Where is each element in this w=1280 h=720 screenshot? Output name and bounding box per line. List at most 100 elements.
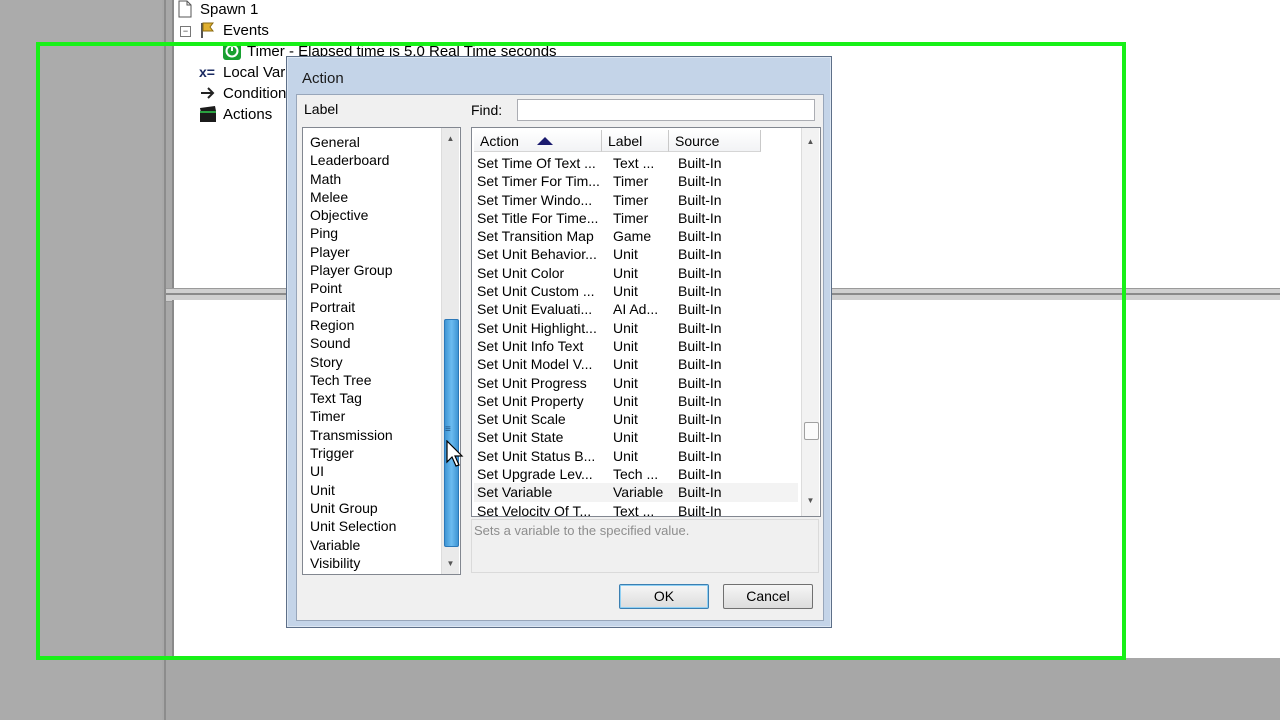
table-row[interactable]: Set Unit Model V... Unit Built-In <box>474 355 798 373</box>
table-row[interactable]: Set Unit Highlight... Unit Built-In <box>474 319 798 337</box>
column-header-action[interactable]: Action <box>474 130 602 152</box>
cell-label: Text ... <box>613 502 655 517</box>
table-row[interactable]: Set Unit Scale Unit Built-In <box>474 410 798 428</box>
table-row[interactable]: Set Unit Property Unit Built-In <box>474 392 798 410</box>
category-item[interactable]: Portrait <box>310 298 396 316</box>
cell-label: Variable <box>613 484 664 501</box>
ok-button[interactable]: OK <box>619 584 709 609</box>
cancel-button[interactable]: Cancel <box>723 584 813 609</box>
table-row[interactable]: Set Unit State Unit Built-In <box>474 428 798 446</box>
category-item[interactable]: Sound <box>310 334 396 352</box>
cell-source: Built-In <box>678 392 722 409</box>
table-row[interactable]: Set Timer For Tim... Timer Built-In <box>474 172 798 190</box>
category-item[interactable]: Tech Tree <box>310 371 396 389</box>
tree-item-events[interactable]: Events <box>199 21 269 39</box>
cell-action: Set Unit Progress <box>477 374 587 391</box>
action-list[interactable]: Action Label Source Set Time Of Text ...… <box>471 127 821 517</box>
table-row[interactable]: Set Unit Behavior... Unit Built-In <box>474 245 798 263</box>
category-item[interactable]: Timer <box>310 407 396 425</box>
category-item[interactable]: Leaderboard <box>310 151 396 169</box>
tree-item-label: Spawn 1 <box>200 0 259 18</box>
cell-action: Set Variable <box>477 484 553 501</box>
cell-label: Unit <box>613 264 638 281</box>
scroll-up-icon[interactable]: ▲ <box>442 130 459 147</box>
cell-action: Set Unit Color <box>477 264 565 281</box>
tree-item-root[interactable]: Spawn 1 <box>176 0 258 18</box>
scrollbar-thumb[interactable] <box>804 422 819 440</box>
category-item[interactable]: Visibility <box>310 554 396 572</box>
table-row[interactable]: Set Unit Info Text Unit Built-In <box>474 337 798 355</box>
table-row[interactable]: Set Unit Evaluati... AI Ad... Built-In <box>474 300 798 318</box>
cell-action: Set Title For Time... <box>477 209 599 226</box>
category-item[interactable]: General <box>310 133 396 151</box>
category-item[interactable]: Trigger <box>310 444 396 462</box>
cell-label: Game <box>613 228 652 245</box>
category-item[interactable]: Melee <box>310 188 396 206</box>
table-row[interactable]: Set Timer Windo... Timer Built-In <box>474 191 798 209</box>
cell-label: Unit <box>613 319 638 336</box>
category-item[interactable]: Unit Selection <box>310 517 396 535</box>
cell-action: Set Unit Info Text <box>477 337 584 354</box>
cell-source: Built-In <box>678 264 722 281</box>
category-item[interactable]: Text Tag <box>310 389 396 407</box>
category-item[interactable]: Region <box>310 316 396 334</box>
table-row[interactable]: Set Variable Variable Built-In <box>474 483 798 502</box>
cell-label: Unit <box>613 429 638 446</box>
category-items: General Leaderboard Math Melee Objective Ping… <box>310 133 396 572</box>
table-row[interactable]: Set Unit Status B... Unit Built-In <box>474 447 798 465</box>
category-item[interactable]: Unit <box>310 481 396 499</box>
cell-label: Unit <box>613 447 638 464</box>
cell-source: Built-In <box>678 283 722 300</box>
lower-background <box>166 658 1280 720</box>
category-item[interactable]: Variable <box>310 536 396 554</box>
column-header-label: Action <box>480 133 519 149</box>
action-scrollbar[interactable]: ▲ ▼ <box>801 128 819 516</box>
category-item[interactable]: Unit Group <box>310 499 396 517</box>
scroll-up-icon[interactable]: ▲ <box>802 133 819 150</box>
table-row[interactable]: Set Transition Map Game Built-In <box>474 227 798 245</box>
cell-source: Built-In <box>678 155 722 171</box>
dialog-title: Action <box>302 70 344 87</box>
table-row[interactable]: Set Time Of Text ... Text ... Built-In <box>474 154 798 172</box>
table-row[interactable]: Set Title For Time... Timer Built-In <box>474 209 798 227</box>
category-item[interactable]: Ping <box>310 224 396 242</box>
category-item[interactable]: Player <box>310 243 396 261</box>
find-label: Find: <box>471 102 503 118</box>
label-header: Label <box>304 101 339 117</box>
collapse-icon[interactable]: − <box>180 26 191 37</box>
category-item[interactable]: Transmission <box>310 426 396 444</box>
sort-ascending-icon <box>537 137 553 145</box>
table-row[interactable]: Set Unit Custom ... Unit Built-In <box>474 282 798 300</box>
scroll-down-icon[interactable]: ▼ <box>802 492 819 509</box>
scroll-down-icon[interactable]: ▼ <box>442 555 459 572</box>
find-input[interactable] <box>517 99 815 121</box>
table-row[interactable]: Set Unit Color Unit Built-In <box>474 264 798 282</box>
cell-label: Tech ... <box>613 466 659 483</box>
cell-label: Timer <box>613 209 649 226</box>
cell-label: AI Ad... <box>613 301 659 318</box>
category-item[interactable]: Player Group <box>310 261 396 279</box>
category-scrollbar[interactable]: ▲ ≡ ▼ <box>441 128 459 574</box>
category-item[interactable]: UI <box>310 462 396 480</box>
cell-source: Built-In <box>678 411 722 428</box>
cell-label: Unit <box>613 392 638 409</box>
cell-source: Built-In <box>678 246 722 263</box>
cell-action: Set Time Of Text ... <box>477 155 596 171</box>
cell-source: Built-In <box>678 173 722 190</box>
column-header-label[interactable]: Label <box>602 130 669 152</box>
table-row[interactable]: Set Velocity Of T... Text ... Built-In <box>474 502 798 517</box>
table-row[interactable]: Set Unit Progress Unit Built-In <box>474 374 798 392</box>
column-header-label: Source <box>675 133 720 149</box>
category-item[interactable]: Math <box>310 170 396 188</box>
cell-action: Set Unit State <box>477 429 564 446</box>
category-item[interactable]: Objective <box>310 206 396 224</box>
column-header-label: Label <box>608 133 643 149</box>
cell-label: Timer <box>613 191 649 208</box>
category-item[interactable]: Story <box>310 353 396 371</box>
column-header-source[interactable]: Source <box>669 130 761 152</box>
category-item[interactable]: Point <box>310 279 396 297</box>
category-list[interactable]: General Leaderboard Math Melee Objective Ping… <box>302 127 461 575</box>
cell-label: Text ... <box>613 155 655 171</box>
list-header: Action Label Source <box>474 130 761 152</box>
table-row[interactable]: Set Upgrade Lev... Tech ... Built-In <box>474 465 798 483</box>
